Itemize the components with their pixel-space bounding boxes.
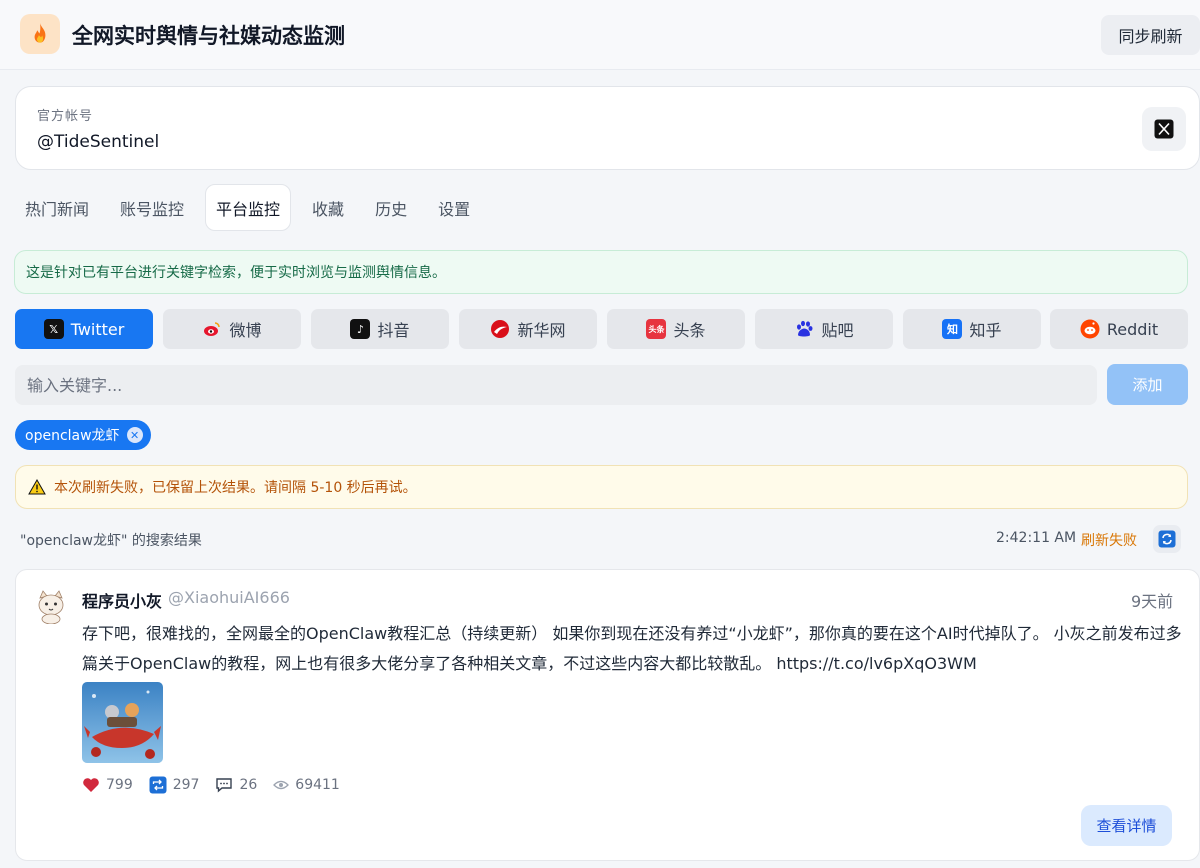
views-stat: 69411 xyxy=(273,777,340,793)
eye-icon xyxy=(273,780,290,790)
platform-label: 头条 xyxy=(673,321,706,340)
avatar[interactable] xyxy=(32,586,70,625)
platform-label: 新华网 xyxy=(517,321,566,340)
zhihu-icon: 知 xyxy=(942,319,963,339)
retweet-stat[interactable]: 297 xyxy=(149,776,200,794)
post-handle[interactable]: @XiaohuiAI666 xyxy=(168,588,290,607)
platform-xinhua[interactable]: 新华网 xyxy=(459,309,597,349)
tab-platform-monitor[interactable]: 平台监控 xyxy=(205,184,292,231)
platform-twitter[interactable]: 𝕏 Twitter xyxy=(15,309,153,349)
x-logo-icon: 𝕏 xyxy=(43,319,64,339)
add-keyword-button[interactable]: 添加 xyxy=(1107,364,1188,405)
warning-text: 本次刷新失败，已保留上次结果。请间隔 5-10 秒后再试。 xyxy=(54,480,417,496)
keyword-chip-label: openclaw龙虾 xyxy=(25,428,120,444)
post-author[interactable]: 程序员小灰 xyxy=(82,588,162,612)
post-image[interactable] xyxy=(82,682,163,763)
account-handle: @TideSentinel xyxy=(37,132,160,152)
platform-tieba[interactable]: 贴吧 xyxy=(755,309,893,349)
keyword-input[interactable] xyxy=(15,365,1097,405)
heart-icon xyxy=(83,778,99,792)
warning-banner: 本次刷新失败，已保留上次结果。请间隔 5-10 秒后再试。 xyxy=(15,465,1188,509)
x-platform-button[interactable] xyxy=(1142,107,1186,151)
reply-count: 26 xyxy=(239,777,258,793)
sync-refresh-button[interactable]: 同步刷新 xyxy=(1101,15,1200,55)
views-count: 69411 xyxy=(295,777,340,793)
platform-label: 贴吧 xyxy=(821,321,854,340)
platform-label: Reddit xyxy=(1106,319,1159,339)
app-header: 全网实时舆情与社媒动态监测 同步刷新 xyxy=(0,0,1200,70)
post-time: 9天前 xyxy=(1131,592,1174,611)
douyin-icon: ♪ xyxy=(350,319,371,339)
refresh-button[interactable] xyxy=(1153,525,1181,553)
results-label: "openclaw龙虾" 的搜索结果 xyxy=(20,533,202,549)
tab-hot-news[interactable]: 热门新闻 xyxy=(15,184,99,231)
like-count: 799 xyxy=(106,777,133,793)
account-label: 官方帐号 xyxy=(37,109,94,124)
refresh-icon xyxy=(1158,530,1176,548)
view-details-button[interactable]: 查看详情 xyxy=(1081,805,1172,846)
platform-douyin[interactable]: ♪ 抖音 xyxy=(311,309,449,349)
post-text: 存下吧，很难找的，全网最全的OpenClaw教程汇总（持续更新） 如果你到现在还… xyxy=(82,624,1182,673)
like-stat[interactable]: 799 xyxy=(82,777,133,793)
refresh-status: 刷新失败 xyxy=(1081,533,1137,549)
tab-settings[interactable]: 设置 xyxy=(428,184,480,231)
results-timestamp: 2:42:11 AM xyxy=(996,530,1077,546)
platform-zhihu[interactable]: 知 知乎 xyxy=(903,309,1041,349)
app-title: 全网实时舆情与社媒动态监测 xyxy=(72,24,345,48)
platform-label: 知乎 xyxy=(969,321,1002,340)
tab-history[interactable]: 历史 xyxy=(365,184,417,231)
reddit-icon xyxy=(1080,319,1100,339)
remove-chip-icon[interactable]: ✕ xyxy=(126,427,143,443)
toutiao-icon: 头条 xyxy=(646,319,667,339)
reply-stat[interactable]: 26 xyxy=(215,777,257,793)
platform-reddit[interactable]: Reddit xyxy=(1050,309,1188,349)
main-tabs: 热门新闻 账号监控 平台监控 收藏 历史 设置 xyxy=(15,184,491,232)
platform-label: Twitter xyxy=(70,319,125,339)
warning-icon xyxy=(28,479,46,495)
tieba-icon xyxy=(794,319,814,339)
weibo-icon xyxy=(202,319,222,339)
retweet-count: 297 xyxy=(172,777,200,793)
keyword-chip[interactable]: openclaw龙虾 ✕ xyxy=(15,420,151,450)
post-card: 程序员小灰 @XiaohuiAI666 9天前 存下吧，很难找的，全网最全的Op… xyxy=(15,569,1200,861)
flame-icon xyxy=(20,14,60,54)
retweet-icon xyxy=(149,776,167,794)
x-logo-icon xyxy=(1154,119,1174,139)
post-stats: 799 297 26 69411 xyxy=(82,774,356,796)
tab-favorites[interactable]: 收藏 xyxy=(302,184,354,231)
platform-label: 抖音 xyxy=(377,321,410,340)
platform-label: 微博 xyxy=(229,321,262,340)
tab-account-monitor[interactable]: 账号监控 xyxy=(110,184,194,231)
platform-weibo[interactable]: 微博 xyxy=(163,309,301,349)
official-account-card: 官方帐号 @TideSentinel xyxy=(15,86,1200,170)
info-banner: 这是针对已有平台进行关键字检索，便于实时浏览与监测舆情信息。 xyxy=(14,250,1188,294)
comment-icon xyxy=(216,778,233,793)
platform-toutiao[interactable]: 头条 头条 xyxy=(607,309,745,349)
xinhua-icon xyxy=(490,319,510,339)
